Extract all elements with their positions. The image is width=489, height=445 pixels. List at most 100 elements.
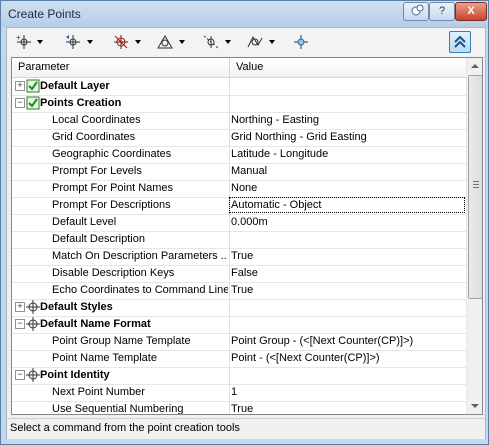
parameter-label: Echo Coordinates to Command Line <box>52 284 228 296</box>
category-row[interactable]: − Point Identity <box>12 367 466 385</box>
vertical-scrollbar[interactable] <box>466 58 482 414</box>
parameter-column-header[interactable]: Parameter <box>18 61 69 73</box>
property-row[interactable]: Default Level 0.000m <box>12 214 466 232</box>
title-bar[interactable]: Create Points ? X <box>1 1 488 27</box>
value-cell[interactable]: Automatic - Object <box>229 197 465 213</box>
scroll-up-button[interactable] <box>467 58 482 74</box>
parameter-cell[interactable]: Disable Description Keys <box>12 265 230 282</box>
property-row[interactable]: Next Point Number 1 <box>12 384 466 402</box>
category-row[interactable]: − Default Name Format <box>12 316 466 334</box>
value-cell[interactable]: Point Group - (<[Next Counter(CP)]>) <box>231 335 413 347</box>
expand-toggle-icon[interactable]: + <box>15 302 25 312</box>
style-icon <box>26 300 40 314</box>
value-cell[interactable]: Grid Northing - Grid Easting <box>231 131 367 143</box>
property-row[interactable]: Local Coordinates Northing - Easting <box>12 112 466 130</box>
value-cell[interactable]: True <box>231 250 253 262</box>
parameter-label: Match On Description Parameters ... <box>52 250 228 262</box>
value-cell[interactable]: True <box>231 284 253 296</box>
grip-line <box>473 184 479 185</box>
intersection-point-icon <box>114 35 128 49</box>
parameter-cell[interactable]: Point Group Name Template <box>12 333 230 350</box>
value-cell[interactable]: False <box>231 267 258 279</box>
property-row[interactable]: Point Name Template Point - (<[Next Count… <box>12 350 466 368</box>
expand-toggle-icon[interactable]: + <box>15 81 25 91</box>
point-creation-tool-2[interactable] <box>63 31 93 53</box>
value-cell[interactable]: None <box>231 182 257 194</box>
property-row[interactable]: Disable Description Keys False <box>12 265 466 283</box>
value-cell[interactable]: 0.000m <box>231 216 268 228</box>
point-creation-tool-1[interactable]: + <box>15 31 43 53</box>
parameter-cell[interactable]: − Points Creation <box>12 95 230 112</box>
value-column-header[interactable]: Value <box>236 61 263 73</box>
parameter-cell[interactable]: + Default Styles <box>12 299 230 316</box>
help-button[interactable]: ? <box>429 2 455 21</box>
collapse-button[interactable] <box>449 31 471 53</box>
parameter-label: Default Level <box>52 216 117 228</box>
window-title: Create Points <box>8 7 81 21</box>
polyline-point-icon <box>247 35 263 48</box>
property-row[interactable]: Prompt For Levels Manual <box>12 163 466 181</box>
parameter-cell[interactable]: Prompt For Descriptions <box>12 197 230 214</box>
value-cell[interactable]: Latitude - Longitude <box>231 148 328 160</box>
dropdown-arrow-icon <box>269 40 275 44</box>
property-row[interactable]: Default Description <box>12 231 466 249</box>
parameter-cell[interactable]: − Point Identity <box>12 367 230 384</box>
parameter-label: Disable Description Keys <box>52 267 175 279</box>
collapse-toggle-icon[interactable]: − <box>15 370 25 380</box>
parameter-cell[interactable]: − Default Name Format <box>12 316 230 333</box>
parameter-cell[interactable]: Grid Coordinates <box>12 129 230 146</box>
parameter-grid: Parameter Value + Default Layer − Points Cr… <box>11 57 483 415</box>
point-creation-tool-6[interactable] <box>245 31 275 53</box>
grip-line <box>473 187 479 188</box>
parameter-label: Default Description <box>52 233 145 245</box>
collapse-toggle-icon[interactable]: − <box>15 98 25 108</box>
interpolate-point-icon <box>294 35 308 49</box>
parameter-label: Next Point Number <box>52 386 145 398</box>
category-row[interactable]: + Default Styles <box>12 299 466 317</box>
point-creation-tool-3[interactable] <box>111 31 141 53</box>
pin-button[interactable] <box>403 2 429 21</box>
category-row[interactable]: + Default Layer <box>12 78 466 96</box>
value-cell[interactable]: True <box>231 403 253 414</box>
scroll-down-button[interactable] <box>467 398 482 414</box>
collapse-toggle-icon[interactable]: − <box>15 319 25 329</box>
scrollbar-thumb[interactable] <box>468 75 482 299</box>
property-row[interactable]: Echo Coordinates to Command Line True <box>12 282 466 300</box>
parameter-cell[interactable]: Echo Coordinates to Command Line <box>12 282 230 299</box>
parameter-cell[interactable]: Use Sequential Numbering <box>12 401 230 414</box>
parameter-cell[interactable]: Local Coordinates <box>12 112 230 129</box>
property-row[interactable]: Grid Coordinates Grid Northing - Grid Eas… <box>12 129 466 147</box>
value-cell[interactable]: Manual <box>231 165 267 177</box>
property-row[interactable]: Point Group Name Template Point Group - (… <box>12 333 466 351</box>
parameter-cell[interactable]: Prompt For Levels <box>12 163 230 180</box>
parameter-cell[interactable]: Point Name Template <box>12 350 230 367</box>
parameter-cell[interactable]: Geographic Coordinates <box>12 146 230 163</box>
property-row[interactable]: Use Sequential Numbering True <box>12 401 466 414</box>
value-cell[interactable]: Point - (<[Next Counter(CP)]>) <box>231 352 380 364</box>
create-points-window: Create Points ? X + Parameter Value + De… <box>0 0 489 445</box>
parameter-cell[interactable]: Match On Description Parameters ... <box>12 248 230 265</box>
property-row[interactable]: Prompt For Descriptions Automatic - Objec… <box>12 197 466 215</box>
parameter-label: Default Name Format <box>40 318 151 330</box>
value-cell[interactable]: 1 <box>231 386 237 398</box>
alignment-point-icon <box>157 35 173 49</box>
property-row[interactable]: Match On Description Parameters ... True <box>12 248 466 266</box>
parameter-cell[interactable]: Default Level <box>12 214 230 231</box>
parameter-cell[interactable]: Next Point Number <box>12 384 230 401</box>
point-creation-tool-4[interactable] <box>155 31 185 53</box>
close-button[interactable]: X <box>455 2 487 21</box>
value-cell[interactable]: Northing - Easting <box>231 114 319 126</box>
property-row[interactable]: Prompt For Point Names None <box>12 180 466 198</box>
parameter-cell[interactable]: Prompt For Point Names <box>12 180 230 197</box>
column-divider[interactable] <box>229 58 230 77</box>
pin-icon <box>411 4 424 16</box>
parameter-cell[interactable]: + Default Layer <box>12 78 230 95</box>
parameter-cell[interactable]: Default Description <box>12 231 230 248</box>
parameter-label: Point Identity <box>40 369 110 381</box>
property-row[interactable]: Geographic Coordinates Latitude - Longitu… <box>12 146 466 164</box>
category-row[interactable]: − Points Creation <box>12 95 466 113</box>
parameter-label: Default Layer <box>40 80 110 92</box>
point-creation-tool-7[interactable] <box>291 31 311 53</box>
point-creation-tool-5[interactable] <box>201 31 231 53</box>
add-point-icon: + <box>16 33 31 49</box>
